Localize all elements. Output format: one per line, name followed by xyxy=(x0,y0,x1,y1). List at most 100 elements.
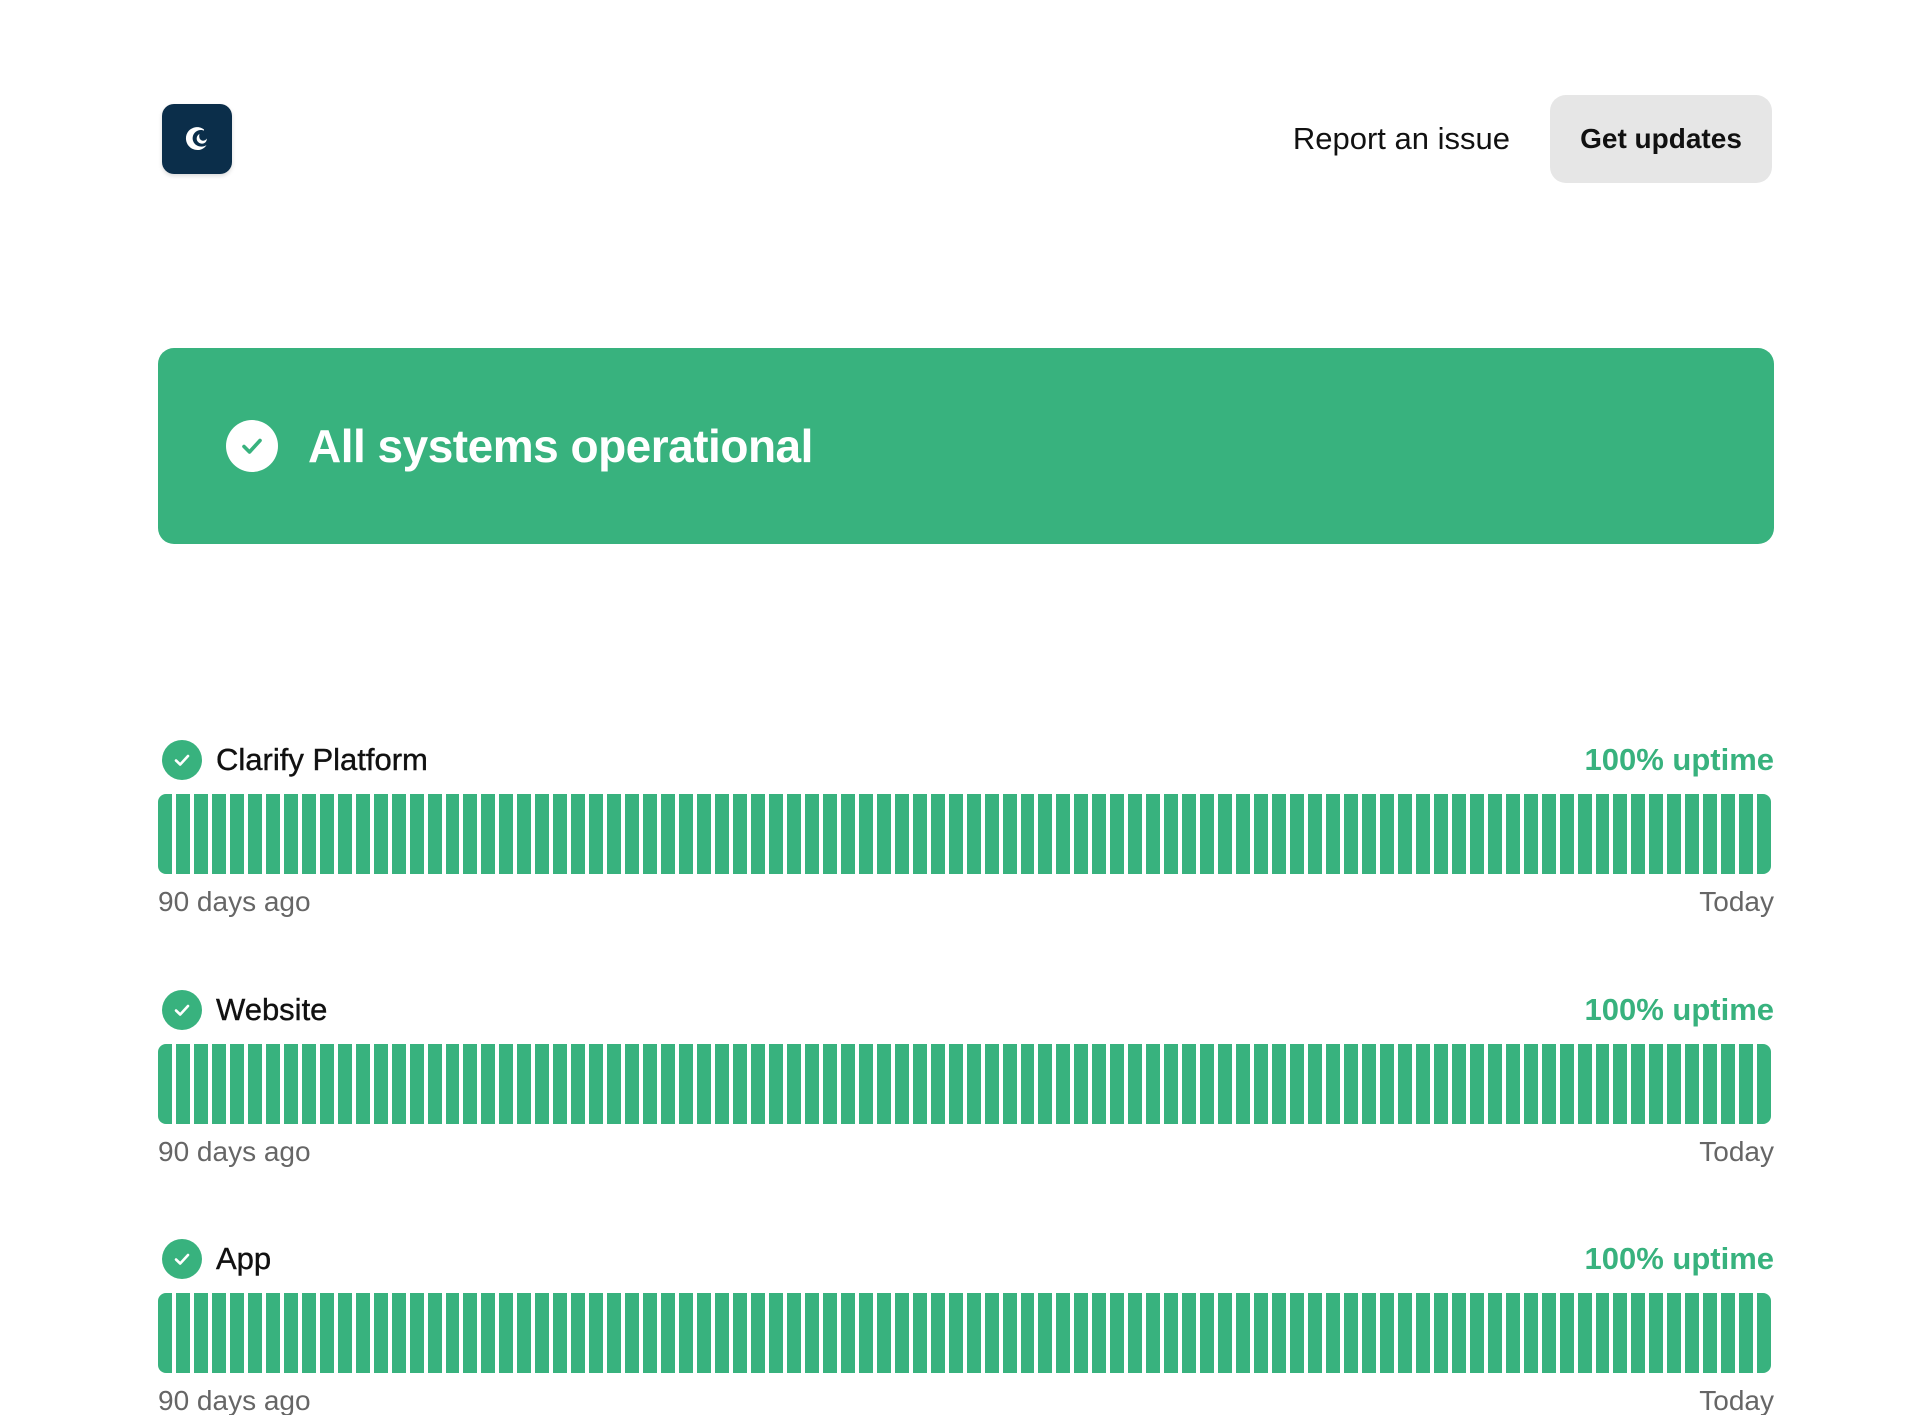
uptime-day-bar[interactable] xyxy=(553,1044,568,1124)
uptime-day-bar[interactable] xyxy=(1002,794,1017,874)
uptime-day-bar[interactable] xyxy=(1110,794,1125,874)
uptime-day-bar[interactable] xyxy=(517,794,532,874)
uptime-day-bar[interactable] xyxy=(1361,1293,1376,1373)
uptime-day-bar[interactable] xyxy=(786,1044,801,1124)
uptime-day-bar[interactable] xyxy=(337,1293,352,1373)
uptime-day-bar[interactable] xyxy=(733,1044,747,1124)
uptime-day-bar[interactable] xyxy=(1577,1293,1592,1373)
uptime-day-bar[interactable] xyxy=(1254,1293,1269,1373)
uptime-day-bar[interactable] xyxy=(1685,794,1700,874)
uptime-day-bar[interactable] xyxy=(247,1044,262,1124)
uptime-day-bar[interactable] xyxy=(301,1293,316,1373)
uptime-day-bar[interactable] xyxy=(750,1293,765,1373)
uptime-day-bar[interactable] xyxy=(175,794,190,874)
uptime-day-bar[interactable] xyxy=(211,1293,226,1373)
uptime-day-bar[interactable] xyxy=(391,1044,406,1124)
uptime-day-bar[interactable] xyxy=(1272,1044,1287,1124)
uptime-day-bar[interactable] xyxy=(697,1044,712,1124)
uptime-day-bar[interactable] xyxy=(1146,794,1161,874)
uptime-day-bar[interactable] xyxy=(984,794,999,874)
uptime-day-bar[interactable] xyxy=(804,1293,819,1373)
uptime-day-bar[interactable] xyxy=(1703,794,1718,874)
uptime-day-bar[interactable] xyxy=(1487,1293,1502,1373)
uptime-day-bar[interactable] xyxy=(1074,1044,1089,1124)
uptime-day-bar[interactable] xyxy=(894,794,909,874)
uptime-day-bar[interactable] xyxy=(1505,1293,1520,1373)
uptime-day-bar[interactable] xyxy=(1092,794,1107,874)
uptime-day-bar[interactable] xyxy=(930,1293,945,1373)
uptime-day-bar[interactable] xyxy=(373,1293,388,1373)
uptime-day-bar[interactable] xyxy=(750,794,765,874)
uptime-day-bar[interactable] xyxy=(1757,1293,1772,1373)
uptime-day-bar[interactable] xyxy=(1361,1044,1376,1124)
uptime-day-bar[interactable] xyxy=(517,1044,532,1124)
uptime-day-bar[interactable] xyxy=(1397,794,1412,874)
uptime-day-bar[interactable] xyxy=(858,1293,873,1373)
uptime-day-bar[interactable] xyxy=(265,1044,280,1124)
uptime-day-bar[interactable] xyxy=(1200,1044,1215,1124)
uptime-day-bar[interactable] xyxy=(750,1044,765,1124)
uptime-day-bar[interactable] xyxy=(571,794,586,874)
uptime-day-bar[interactable] xyxy=(445,794,460,874)
uptime-day-bar[interactable] xyxy=(1685,1044,1700,1124)
uptime-day-bar[interactable] xyxy=(625,794,640,874)
uptime-day-bar[interactable] xyxy=(966,1044,981,1124)
uptime-day-bar[interactable] xyxy=(1559,1293,1574,1373)
uptime-day-bar[interactable] xyxy=(733,1293,747,1373)
uptime-day-bar[interactable] xyxy=(337,794,352,874)
uptime-day-bar[interactable] xyxy=(589,1044,604,1124)
uptime-day-bar[interactable] xyxy=(1739,1044,1754,1124)
uptime-day-bar[interactable] xyxy=(1038,1293,1053,1373)
uptime-day-bar[interactable] xyxy=(1308,1293,1322,1373)
uptime-day-bar[interactable] xyxy=(1415,1044,1430,1124)
uptime-day-bar[interactable] xyxy=(1290,1293,1304,1373)
uptime-day-bar[interactable] xyxy=(1343,1293,1358,1373)
uptime-day-bar[interactable] xyxy=(589,794,604,874)
uptime-day-bar[interactable] xyxy=(463,1293,478,1373)
uptime-day-bar[interactable] xyxy=(283,794,298,874)
uptime-day-bar[interactable] xyxy=(643,1293,658,1373)
uptime-day-bar[interactable] xyxy=(1631,1293,1646,1373)
uptime-day-bar[interactable] xyxy=(1415,1293,1430,1373)
uptime-day-bar[interactable] xyxy=(517,1293,532,1373)
uptime-day-bar[interactable] xyxy=(409,794,424,874)
uptime-day-bar[interactable] xyxy=(1325,794,1340,874)
uptime-day-bar[interactable] xyxy=(822,1044,837,1124)
uptime-day-bar[interactable] xyxy=(679,1293,694,1373)
uptime-day-bar[interactable] xyxy=(427,1044,442,1124)
uptime-day-bar[interactable] xyxy=(1451,1044,1466,1124)
uptime-day-bar[interactable] xyxy=(1541,794,1556,874)
uptime-day-bar[interactable] xyxy=(876,794,891,874)
uptime-day-bar[interactable] xyxy=(463,794,478,874)
uptime-day-bar[interactable] xyxy=(984,1293,999,1373)
uptime-day-bar[interactable] xyxy=(1613,1293,1628,1373)
uptime-day-bar[interactable] xyxy=(1325,1293,1340,1373)
uptime-day-bar[interactable] xyxy=(355,1044,370,1124)
uptime-day-bar[interactable] xyxy=(858,1044,873,1124)
uptime-day-bar[interactable] xyxy=(499,1044,514,1124)
uptime-day-bar[interactable] xyxy=(1182,1044,1197,1124)
uptime-day-bar[interactable] xyxy=(445,1293,460,1373)
uptime-day-bar[interactable] xyxy=(1182,794,1197,874)
uptime-day-bar[interactable] xyxy=(1182,1293,1197,1373)
uptime-day-bar[interactable] xyxy=(1146,1044,1161,1124)
uptime-day-bar[interactable] xyxy=(175,1044,190,1124)
uptime-day-bar[interactable] xyxy=(1343,794,1358,874)
uptime-day-bar[interactable] xyxy=(1451,794,1466,874)
uptime-day-bar[interactable] xyxy=(984,1044,999,1124)
uptime-day-bar[interactable] xyxy=(715,1293,729,1373)
uptime-day-bar[interactable] xyxy=(175,1293,190,1373)
uptime-day-bar[interactable] xyxy=(193,1293,208,1373)
uptime-day-bar[interactable] xyxy=(1379,1293,1394,1373)
uptime-day-bar[interactable] xyxy=(1433,794,1448,874)
uptime-day-bar[interactable] xyxy=(391,1293,406,1373)
uptime-day-bar[interactable] xyxy=(607,1044,622,1124)
uptime-day-bar[interactable] xyxy=(229,1044,244,1124)
uptime-day-bar[interactable] xyxy=(247,1293,262,1373)
uptime-day-bar[interactable] xyxy=(1667,1293,1682,1373)
uptime-day-bar[interactable] xyxy=(445,1044,460,1124)
uptime-day-bar[interactable] xyxy=(840,1293,855,1373)
uptime-day-bar[interactable] xyxy=(1110,1293,1125,1373)
uptime-day-bar[interactable] xyxy=(391,794,406,874)
uptime-day-bar[interactable] xyxy=(1164,794,1179,874)
